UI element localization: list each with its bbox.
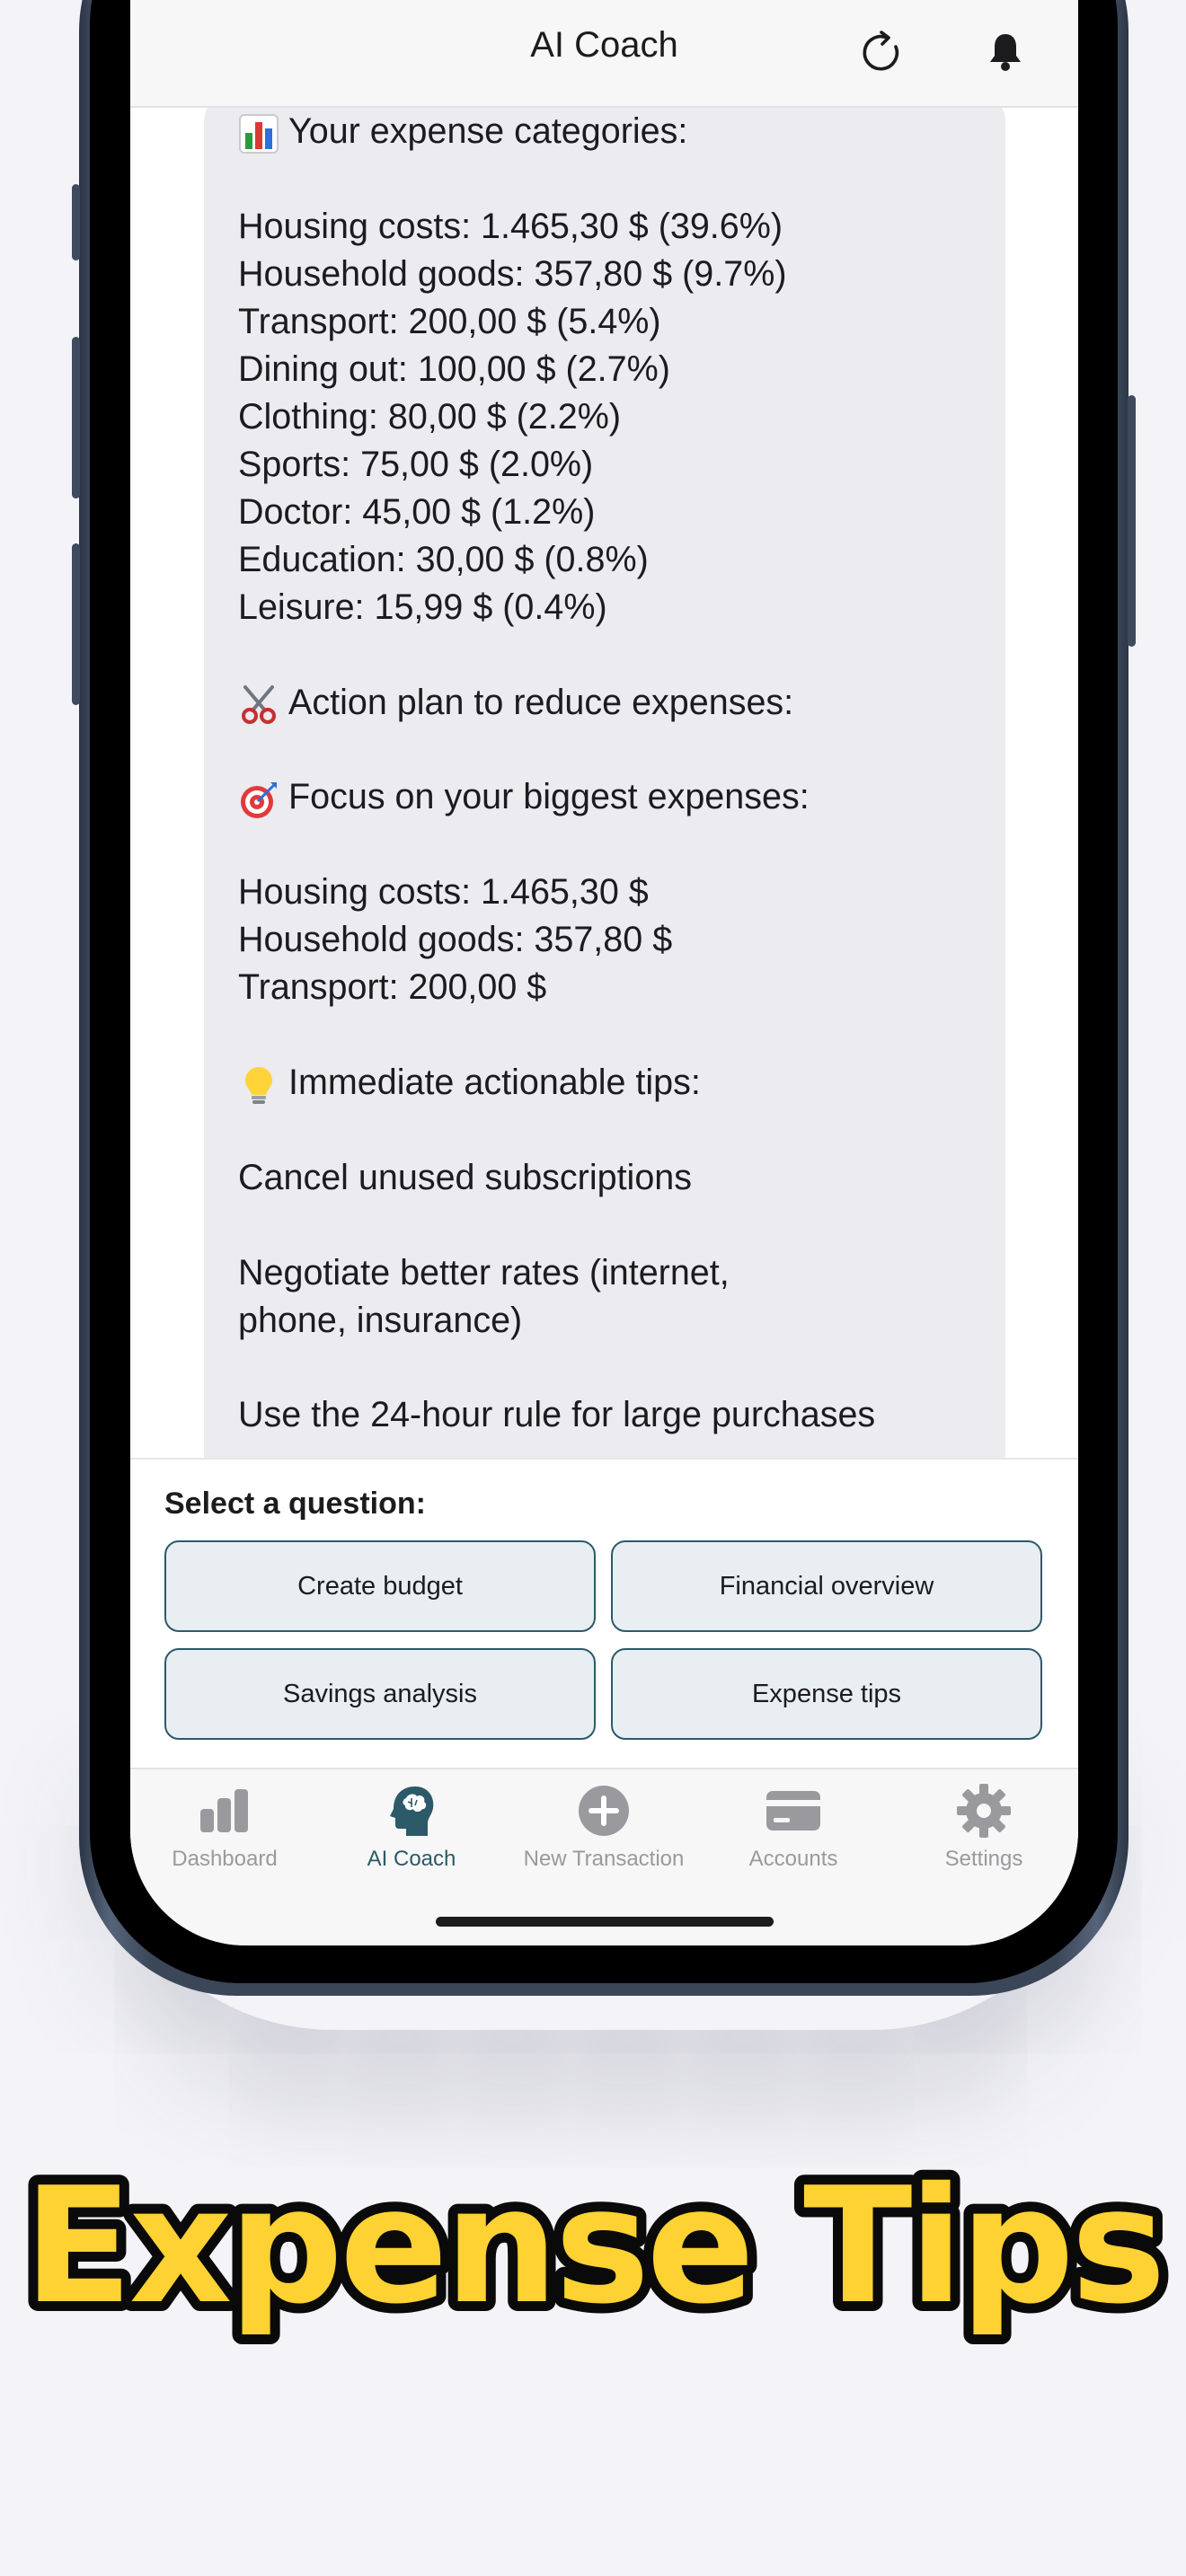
- mute-switch: [72, 184, 80, 260]
- tab-label-dashboard: Dashboard: [172, 1847, 278, 1871]
- tab-label-settings: Settings: [944, 1847, 1023, 1871]
- bar-chart-icon: [200, 1789, 248, 1832]
- message-line: Your expense categories:: [238, 108, 957, 155]
- message-line-text: Dining out: 100,00 $ (2.7%): [238, 348, 670, 389]
- light-bulb-emoji: [238, 1064, 288, 1106]
- message-line: Immediate actionable tips:: [238, 1059, 957, 1107]
- message-line: Action plan to reduce expenses:: [238, 679, 957, 727]
- credit-card-icon: [766, 1791, 820, 1831]
- tab-label-new-transaction: New Transaction: [523, 1847, 685, 1871]
- question-heading: Select a question:: [164, 1486, 426, 1521]
- message-line: Education: 30,00 $ (0.8%): [238, 536, 957, 584]
- volume-up-button: [72, 337, 80, 498]
- message-line: Household goods: 357,80 $ (9.7%): [238, 251, 957, 298]
- message-line-text: Your expense categories:: [288, 111, 688, 151]
- plus-circle-icon: [579, 1786, 629, 1836]
- tab-dashboard[interactable]: Dashboard: [135, 1782, 314, 1872]
- message-line-text: Immediate actionable tips:: [288, 1062, 701, 1102]
- bell-icon[interactable]: [982, 29, 1029, 75]
- nav-bar: AI Coach: [130, 0, 1078, 108]
- message-line-text: Education: 30,00 $ (0.8%): [238, 539, 649, 579]
- page-title: AI Coach: [530, 25, 678, 65]
- message-line: Transport: 200,00 $: [238, 964, 957, 1011]
- tab-label-ai-coach: AI Coach: [367, 1847, 456, 1871]
- home-indicator[interactable]: [436, 1917, 774, 1927]
- volume-down-button: [72, 543, 80, 705]
- tab-ai-coach[interactable]: AI Coach: [322, 1782, 501, 1872]
- message-line-text: Focus on your biggest expenses:: [288, 777, 810, 817]
- refresh-icon[interactable]: [856, 27, 907, 77]
- message-line: Transport: 200,00 $ (5.4%): [238, 298, 957, 346]
- message-text: Your expense categories: Housing costs: 1…: [238, 108, 957, 1439]
- message-line: Clothing: 80,00 $ (2.2%): [238, 393, 957, 441]
- message-line: Focus on your biggest expenses:: [238, 773, 957, 821]
- tab-label-accounts: Accounts: [748, 1847, 838, 1871]
- promo-title-graphic: Expense Tips: [13, 2147, 1176, 2344]
- promo-title: Expense Tips: [0, 2147, 1186, 2344]
- financial-overview-button[interactable]: Financial overview: [611, 1540, 1042, 1632]
- message-line: Housing costs: 1.465,30 $: [238, 869, 957, 916]
- message-line: Dining out: 100,00 $ (2.7%): [238, 346, 957, 393]
- tab-settings[interactable]: Settings: [894, 1782, 1074, 1872]
- promo-title-text: Expense Tips: [23, 2153, 1163, 2339]
- question-panel: Select a question: Create budget Financi…: [130, 1458, 1078, 1769]
- message-line-text: phone, insurance): [238, 1300, 523, 1340]
- savings-analysis-button[interactable]: Savings analysis: [164, 1648, 596, 1740]
- message-line-text: Sports: 75,00 $ (2.0%): [238, 444, 594, 484]
- expense-tips-button[interactable]: Expense tips: [611, 1648, 1042, 1740]
- message-line: Leisure: 15,99 $ (0.4%): [238, 584, 957, 631]
- power-button: [1128, 395, 1136, 647]
- message-line-text: Negotiate better rates (internet,: [238, 1252, 730, 1292]
- message-line: Negotiate better rates (internet,: [238, 1249, 957, 1297]
- tab-accounts[interactable]: Accounts: [704, 1782, 883, 1872]
- message-line-text: Cancel unused subscriptions: [238, 1157, 693, 1197]
- tab-new-transaction[interactable]: New Transaction: [514, 1782, 694, 1872]
- message-line: phone, insurance): [238, 1297, 957, 1345]
- chat-scroll-area[interactable]: Your expense categories: Housing costs: 1…: [130, 108, 1078, 1458]
- message-line: Household goods: 357,80 $: [238, 916, 957, 964]
- message-line-text: Clothing: 80,00 $ (2.2%): [238, 396, 621, 437]
- message-line-text: Housing costs: 1.465,30 $ (39.6%): [238, 206, 783, 246]
- message-line: Sports: 75,00 $ (2.0%): [238, 441, 957, 489]
- message-line: Use the 24-hour rule for large purchases: [238, 1391, 957, 1439]
- message-line-text: Household goods: 357,80 $ (9.7%): [238, 253, 787, 294]
- message-line: Doctor: 45,00 $ (1.2%): [238, 489, 957, 536]
- message-line: Housing costs: 1.465,30 $ (39.6%): [238, 203, 957, 251]
- message-line-text: Use the 24-hour rule for large purchases: [238, 1395, 876, 1435]
- phone-screen: AI Coach Your expense categories: Housing…: [130, 0, 1078, 1945]
- target-emoji: [238, 779, 288, 820]
- message-line-text: Household goods: 357,80 $: [238, 920, 673, 960]
- message-line-text: Doctor: 45,00 $ (1.2%): [238, 491, 596, 532]
- brain-head-icon: [390, 1786, 434, 1836]
- message-line-text: Transport: 200,00 $: [238, 967, 547, 1008]
- scissors-emoji: [238, 684, 288, 725]
- message-line-text: Transport: 200,00 $ (5.4%): [238, 301, 661, 341]
- message-line-text: Leisure: 15,99 $ (0.4%): [238, 587, 607, 627]
- message-line-text: Housing costs: 1.465,30 $: [238, 872, 649, 913]
- bar-chart-emoji: [238, 113, 288, 154]
- create-budget-button[interactable]: Create budget: [164, 1540, 596, 1632]
- gear-icon: [957, 1784, 1011, 1838]
- message-line: Cancel unused subscriptions: [238, 1154, 957, 1202]
- message-line-text: Action plan to reduce expenses:: [288, 682, 794, 722]
